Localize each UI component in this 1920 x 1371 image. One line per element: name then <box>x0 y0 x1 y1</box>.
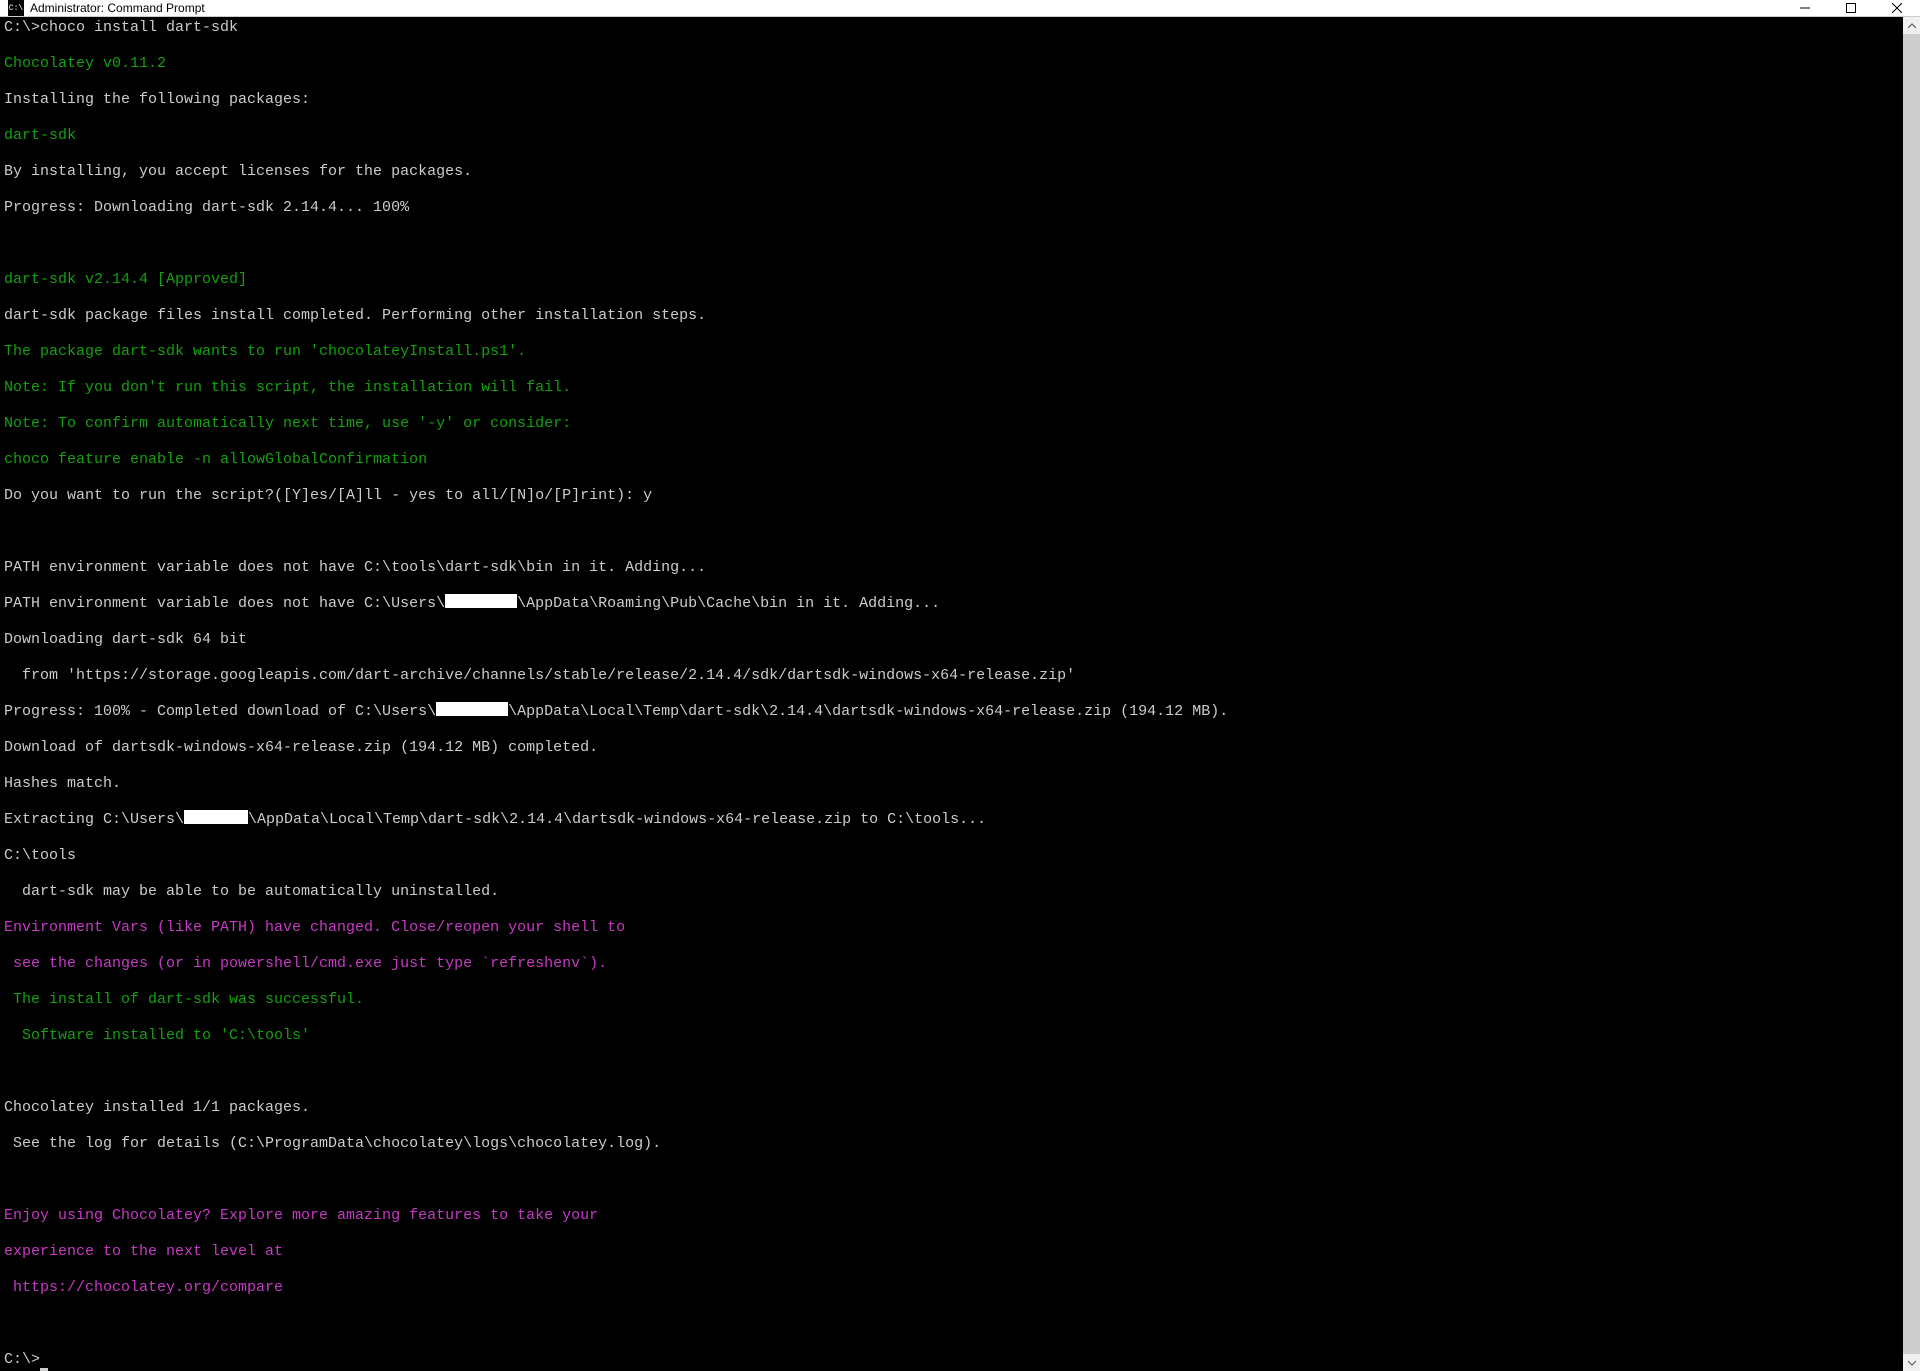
terminal-line: dart-sdk <box>4 127 1899 145</box>
text: Downloading dart-sdk 64 bit <box>4 631 247 648</box>
terminal-line: Chocolatey v0.11.2 <box>4 55 1899 73</box>
scroll-up-button[interactable] <box>1903 17 1920 34</box>
terminal-line: C:\>choco install dart-sdk <box>4 19 1899 37</box>
text: C:\tools <box>4 847 76 864</box>
redacted-text <box>184 810 248 824</box>
terminal-line: Hashes match. <box>4 775 1899 793</box>
text: Installing the following packages: <box>4 91 310 108</box>
terminal-line: from 'https://storage.googleapis.com/dar… <box>4 667 1899 685</box>
text: PATH environment variable does not have … <box>4 559 706 576</box>
scrollbar-thumb[interactable] <box>1903 34 1920 1354</box>
text: dart-sdk may be able to be automatically… <box>4 883 499 900</box>
window-title: Administrator: Command Prompt <box>30 1 205 15</box>
maximize-icon <box>1846 3 1856 13</box>
text: experience to the next level at <box>4 1243 283 1260</box>
terminal-line: dart-sdk may be able to be automatically… <box>4 883 1899 901</box>
vertical-scrollbar[interactable] <box>1903 17 1920 1371</box>
text: Do you want to run the script?([Y]es/[A]… <box>4 487 652 504</box>
terminal-line: Do you want to run the script?([Y]es/[A]… <box>4 487 1899 505</box>
text: https://chocolatey.org/compare <box>4 1279 283 1296</box>
terminal-line: The install of dart-sdk was successful. <box>4 991 1899 1009</box>
text: Extracting C:\Users\ <box>4 811 184 828</box>
text: dart-sdk <box>4 127 76 144</box>
text: The package dart-sdk wants to run 'choco… <box>4 343 526 360</box>
terminal-line: C:\> <box>4 1351 1899 1369</box>
terminal-line: choco feature enable -n allowGlobalConfi… <box>4 451 1899 469</box>
text: dart-sdk package files install completed… <box>4 307 706 324</box>
text: see the changes (or in powershell/cmd.ex… <box>4 955 607 972</box>
text: Note: To confirm automatically next time… <box>4 415 571 432</box>
close-icon <box>1892 3 1902 13</box>
terminal-line <box>4 235 1899 253</box>
terminal-line: Progress: 100% - Completed download of C… <box>4 703 1899 721</box>
terminal-line: experience to the next level at <box>4 1243 1899 1261</box>
redacted-text <box>436 702 508 716</box>
terminal-line <box>4 1171 1899 1189</box>
terminal-line: Download of dartsdk-windows-x64-release.… <box>4 739 1899 757</box>
text: C:\>choco install dart-sdk <box>4 19 238 36</box>
scroll-down-button[interactable] <box>1903 1354 1920 1371</box>
text: \AppData\Local\Temp\dart-sdk\2.14.4\dart… <box>248 811 986 828</box>
maximize-button[interactable] <box>1828 0 1874 16</box>
close-button[interactable] <box>1874 0 1920 16</box>
text: Chocolatey v0.11.2 <box>4 55 166 72</box>
text: choco feature enable -n allowGlobalConfi… <box>4 451 427 468</box>
terminal-line: The package dart-sdk wants to run 'choco… <box>4 343 1899 361</box>
terminal-line: Chocolatey installed 1/1 packages. <box>4 1099 1899 1117</box>
prompt: C:\> <box>4 1351 40 1368</box>
terminal-line: see the changes (or in powershell/cmd.ex… <box>4 955 1899 973</box>
minimize-button[interactable] <box>1782 0 1828 16</box>
text: Chocolatey installed 1/1 packages. <box>4 1099 310 1116</box>
text: By installing, you accept licenses for t… <box>4 163 472 180</box>
text: Progress: 100% - Completed download of C… <box>4 703 436 720</box>
text: Environment Vars (like PATH) have change… <box>4 919 625 936</box>
terminal-line <box>4 1063 1899 1081</box>
text: from 'https://storage.googleapis.com/dar… <box>4 667 1075 684</box>
app-icon: C:\ <box>8 0 24 16</box>
terminal-line: See the log for details (C:\ProgramData\… <box>4 1135 1899 1153</box>
terminal-line: By installing, you accept licenses for t… <box>4 163 1899 181</box>
minimize-icon <box>1800 3 1810 13</box>
terminal-line: Environment Vars (like PATH) have change… <box>4 919 1899 937</box>
terminal-line: Extracting C:\Users\ \AppData\Local\Temp\… <box>4 811 1899 829</box>
text: dart-sdk v2.14.4 [Approved] <box>4 271 247 288</box>
text: Progress: Downloading dart-sdk 2.14.4...… <box>4 199 409 216</box>
text: \AppData\Local\Temp\dart-sdk\2.14.4\dart… <box>508 703 1228 720</box>
terminal-line: dart-sdk package files install completed… <box>4 307 1899 325</box>
terminal-line: PATH environment variable does not have … <box>4 595 1899 613</box>
text: Download of dartsdk-windows-x64-release.… <box>4 739 598 756</box>
terminal-line: Downloading dart-sdk 64 bit <box>4 631 1899 649</box>
terminal-line <box>4 1315 1899 1333</box>
text: The install of dart-sdk was successful. <box>4 991 364 1008</box>
text: \AppData\Roaming\Pub\Cache\bin in it. Ad… <box>517 595 940 612</box>
text: Note: If you don't run this script, the … <box>4 379 571 396</box>
client-area: C:\>choco install dart-sdk Chocolatey v0… <box>0 17 1920 1371</box>
chevron-up-icon <box>1908 22 1916 30</box>
terminal-output[interactable]: C:\>choco install dart-sdk Chocolatey v0… <box>0 17 1903 1371</box>
chevron-down-icon <box>1908 1359 1916 1367</box>
scrollbar-track[interactable] <box>1903 34 1920 1354</box>
window-titlebar: C:\ Administrator: Command Prompt <box>0 0 1920 17</box>
window-controls <box>1782 0 1920 16</box>
redacted-text <box>445 594 517 608</box>
text: Enjoy using Chocolatey? Explore more ama… <box>4 1207 598 1224</box>
terminal-line: Note: To confirm automatically next time… <box>4 415 1899 433</box>
text: See the log for details (C:\ProgramData\… <box>4 1135 661 1152</box>
terminal-line: https://chocolatey.org/compare <box>4 1279 1899 1297</box>
terminal-line: Enjoy using Chocolatey? Explore more ama… <box>4 1207 1899 1225</box>
terminal-line: dart-sdk v2.14.4 [Approved] <box>4 271 1899 289</box>
terminal-line: Installing the following packages: <box>4 91 1899 109</box>
terminal-line: C:\tools <box>4 847 1899 865</box>
text: PATH environment variable does not have … <box>4 595 445 612</box>
terminal-line <box>4 523 1899 541</box>
text: Hashes match. <box>4 775 121 792</box>
terminal-line: Note: If you don't run this script, the … <box>4 379 1899 397</box>
terminal-line: PATH environment variable does not have … <box>4 559 1899 577</box>
terminal-line: Progress: Downloading dart-sdk 2.14.4...… <box>4 199 1899 217</box>
